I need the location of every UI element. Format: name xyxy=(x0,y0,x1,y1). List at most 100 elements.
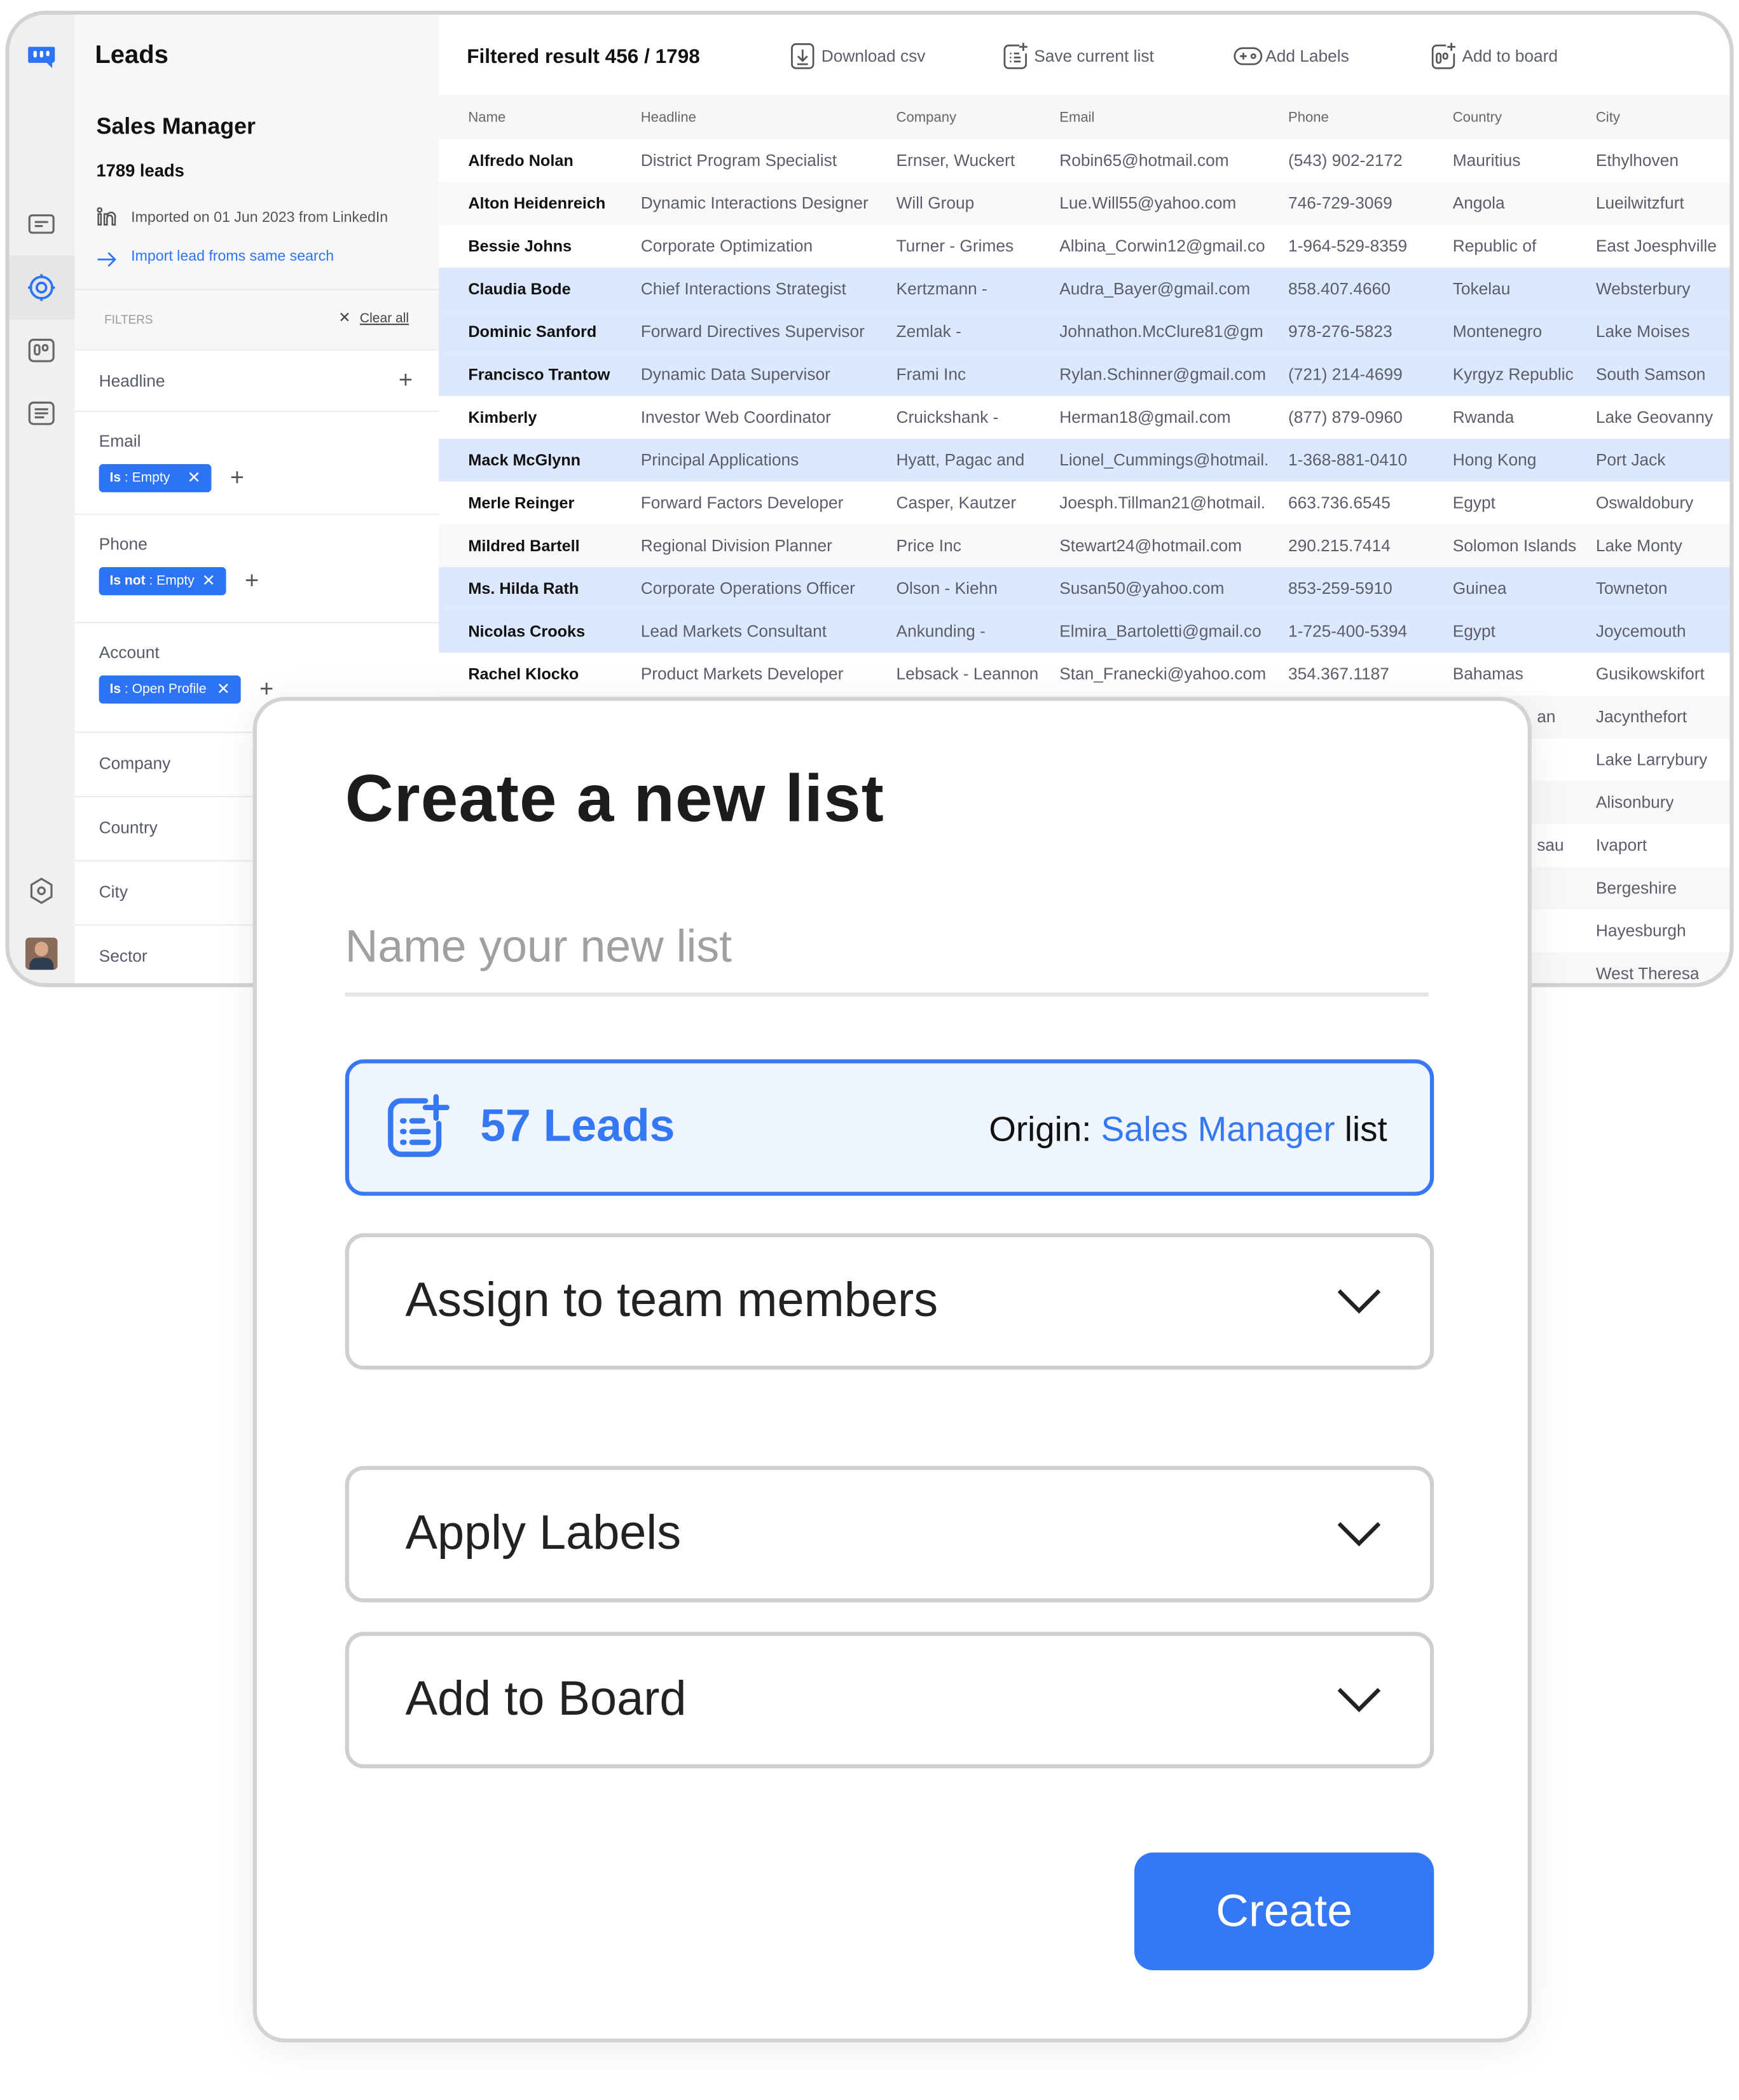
label-icon xyxy=(1234,47,1263,65)
cell-company: Lebsack - Leannon xyxy=(896,664,1039,684)
add-filter-icon[interactable]: + xyxy=(399,368,413,392)
filter-phone: Phone Is not : Empty ✕ + xyxy=(74,513,439,624)
arrow-right-icon xyxy=(97,252,116,267)
chat-icon[interactable] xyxy=(25,209,57,240)
cell-city: Oswaldobury xyxy=(1595,493,1694,512)
cell-country: Egypt xyxy=(1452,622,1495,641)
table-row[interactable]: Alton Heidenreich Dynamic Interactions De… xyxy=(439,182,1730,225)
cell-email: Robin65@hotmail.com xyxy=(1059,151,1229,170)
cell-phone: 746-729-3069 xyxy=(1288,194,1392,213)
table-row[interactable]: Alfredo Nolan District Program Specialist… xyxy=(439,139,1730,182)
cell-name: Alton Heidenreich xyxy=(468,194,606,213)
cell-city: Jacynthefort xyxy=(1595,707,1687,727)
cell-city: South Samson xyxy=(1595,365,1706,384)
list-icon[interactable] xyxy=(25,397,57,429)
chevron-down-icon xyxy=(1337,1521,1381,1547)
avatar[interactable] xyxy=(25,937,58,970)
cell-country: Montenegro xyxy=(1452,322,1543,341)
cell-country: an xyxy=(1537,707,1556,727)
cell-country: Mauritius xyxy=(1452,151,1521,170)
cell-country: Bahamas xyxy=(1452,664,1523,684)
cell-phone: (877) 879-0960 xyxy=(1288,408,1403,427)
origin-text: Origin: Sales Manager list xyxy=(989,1109,1387,1150)
cell-email: Johnathon.McClure81@gm xyxy=(1059,322,1263,341)
cell-headline: Corporate Optimization xyxy=(640,237,813,256)
chip-operator: Is xyxy=(109,682,121,697)
filter-label: Country xyxy=(99,818,158,837)
add-filter-icon[interactable]: + xyxy=(259,677,273,701)
filter-headline: Headline + xyxy=(74,349,439,412)
settings-icon[interactable] xyxy=(25,875,57,907)
cell-email: Elmira_Bartoletti@gmail.co xyxy=(1059,622,1261,641)
lead-count: 1789 leads xyxy=(96,160,184,181)
filter-chip[interactable]: Is not : Empty ✕ xyxy=(99,567,226,596)
filter-chip[interactable]: Is : Empty ✕ xyxy=(99,464,212,493)
cell-headline: Lead Markets Consultant xyxy=(640,622,827,641)
cell-phone: 290.215.7414 xyxy=(1288,536,1391,556)
column-header-company[interactable]: Company xyxy=(897,110,957,126)
assign-team-label: Assign to team members xyxy=(405,1272,938,1327)
cell-email: Joesph.Tillman21@hotmail. xyxy=(1059,493,1266,512)
apply-labels-dropdown[interactable]: Apply Labels xyxy=(345,1465,1434,1603)
table-row[interactable]: Dominic Sanford Forward Directives Superv… xyxy=(439,310,1730,353)
chevron-down-icon xyxy=(1337,1687,1381,1713)
create-button[interactable]: Create xyxy=(1134,1852,1434,1970)
cell-city: Joycemouth xyxy=(1595,622,1686,641)
target-icon[interactable] xyxy=(25,271,57,303)
cell-company: Ankunding - xyxy=(896,622,986,641)
cell-email: Lionel_Cummings@hotmail. xyxy=(1059,450,1269,470)
cell-phone: (721) 214-4699 xyxy=(1288,365,1403,384)
cell-company: Cruickshank - xyxy=(896,408,999,427)
cell-city: Websterbury xyxy=(1595,279,1691,299)
column-header-country[interactable]: Country xyxy=(1453,110,1502,126)
origin-list-link[interactable]: Sales Manager xyxy=(1101,1109,1335,1149)
column-header-phone[interactable]: Phone xyxy=(1288,110,1329,126)
download-icon xyxy=(791,43,815,69)
list-name-input[interactable] xyxy=(345,901,1429,997)
add-to-board-dropdown[interactable]: Add to Board xyxy=(345,1631,1434,1769)
modal-title: Create a new list xyxy=(345,761,884,836)
table-row[interactable]: Mack McGlynn Principal Applications Hyatt,… xyxy=(439,439,1730,482)
linkedin-icon xyxy=(97,207,116,226)
table-row[interactable]: Ms. Hilda Rath Corporate Operations Offic… xyxy=(439,567,1730,610)
column-header-headline[interactable]: Headline xyxy=(641,110,696,126)
board-icon[interactable] xyxy=(25,334,57,366)
cell-phone: 1-725-400-5394 xyxy=(1288,622,1408,641)
table-row[interactable]: Nicolas Crooks Lead Markets Consultant Ank… xyxy=(439,610,1730,653)
filter-label: Account xyxy=(99,643,160,662)
cell-phone: 853-259-5910 xyxy=(1288,579,1392,598)
table-row[interactable]: Merle Reinger Forward Factors Developer Ca… xyxy=(439,481,1730,525)
table-row[interactable]: Claudia Bode Chief Interactions Strategis… xyxy=(439,267,1730,311)
cell-name: Merle Reinger xyxy=(468,493,575,512)
add-filter-icon[interactable]: + xyxy=(230,465,244,490)
add-filter-icon[interactable]: + xyxy=(245,568,259,593)
clear-all-link[interactable]: Clear all xyxy=(360,312,409,326)
table-row[interactable]: Kimberly Investor Web Coordinator Cruicksh… xyxy=(439,395,1730,439)
table-row[interactable]: Rachel Klocko Product Markets Developer Le… xyxy=(439,652,1730,696)
filters-label: FILTERS xyxy=(104,313,153,327)
cell-country: Egypt xyxy=(1452,493,1495,512)
cell-country: Rwanda xyxy=(1452,408,1515,427)
table-row[interactable]: Bessie Johns Corporate Optimization Turner… xyxy=(439,224,1730,268)
cell-name: Dominic Sanford xyxy=(468,322,597,341)
table-row[interactable]: Mildred Bartell Regional Division Planner… xyxy=(439,524,1730,568)
clear-icon[interactable]: ✕ xyxy=(338,309,350,326)
remove-chip-icon[interactable]: ✕ xyxy=(202,567,216,595)
assign-team-dropdown[interactable]: Assign to team members xyxy=(345,1233,1434,1370)
column-header-city[interactable]: City xyxy=(1596,110,1620,126)
cell-phone: 354.367.1187 xyxy=(1288,664,1389,684)
chip-value: : Open Profile xyxy=(121,682,207,697)
import-lead-link[interactable]: Import lead froms same search xyxy=(131,249,334,264)
filter-chip[interactable]: Is : Open Profile ✕ xyxy=(99,675,241,704)
cell-headline: Dynamic Interactions Designer xyxy=(640,194,869,213)
column-header-email[interactable]: Email xyxy=(1059,110,1094,126)
table-row[interactable]: Francisco Trantow Dynamic Data Supervisor… xyxy=(439,353,1730,396)
remove-chip-icon[interactable]: ✕ xyxy=(187,464,200,492)
cell-email: Albina_Corwin12@gmail.co xyxy=(1059,237,1265,256)
cell-country: Republic of xyxy=(1452,237,1537,256)
logo-icon[interactable] xyxy=(25,41,57,73)
remove-chip-icon[interactable]: ✕ xyxy=(217,675,230,703)
filter-label: City xyxy=(99,882,128,902)
board-add-icon xyxy=(1431,43,1455,69)
column-header-name[interactable]: Name xyxy=(468,110,505,126)
